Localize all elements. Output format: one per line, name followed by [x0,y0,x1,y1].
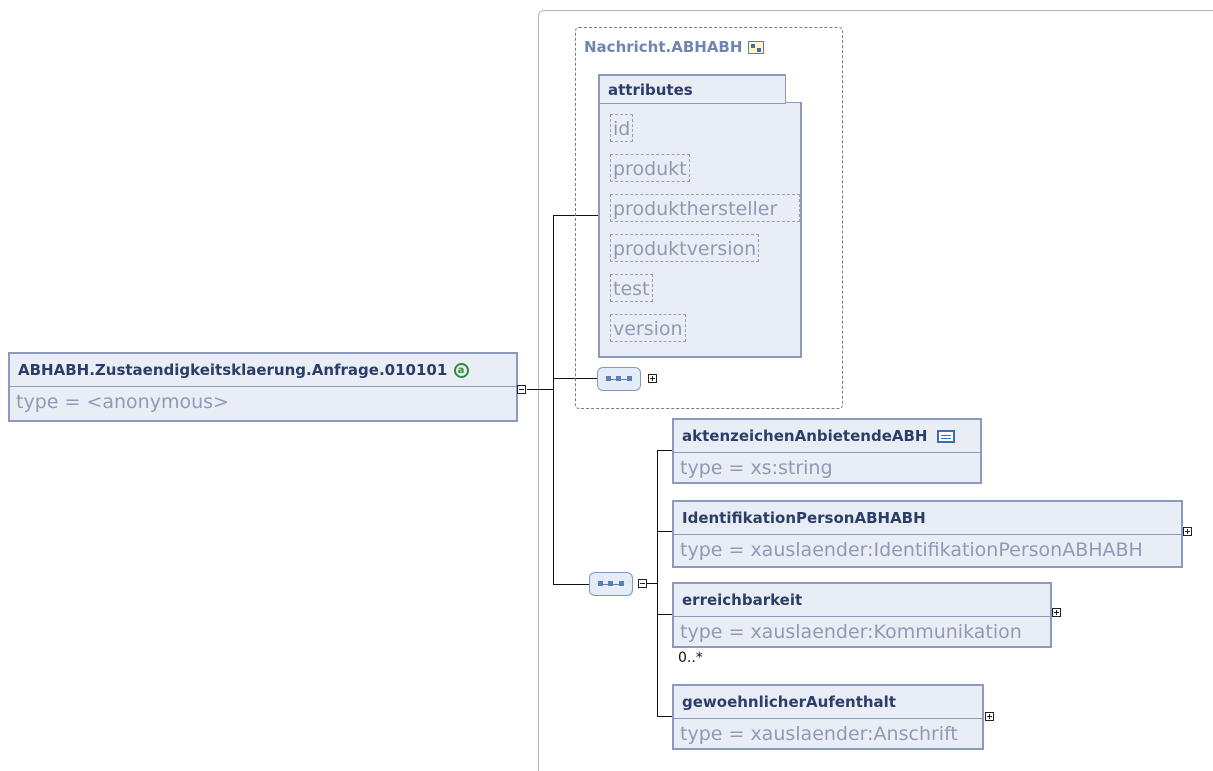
element-label: aktenzeichenAnbietendeABH [682,427,928,445]
main-sequence-icon[interactable] [589,572,633,596]
group-sequence-expand-toggle[interactable] [648,374,657,383]
connector [657,614,673,615]
attributes-header-tab [786,74,802,103]
element-identifikation-box[interactable]: IdentifikationPersonABHABH type = xausla… [672,500,1183,568]
connector [553,584,589,585]
element-type: type = xauslaender:Kommunikation [680,621,1022,643]
element-erreichbarkeit-expand-toggle[interactable] [1052,608,1061,617]
element-name: gewoehnlicherAufenthalt [674,686,982,719]
element-identifikation-expand-toggle[interactable] [1183,527,1192,536]
root-element-label: ABHABH.Zustaendigkeitsklaerung.Anfrage.0… [18,361,448,379]
attribute-version[interactable]: version [610,314,686,342]
attribute-produkthersteller[interactable]: produkthersteller [610,194,800,222]
group-sequence-icon[interactable] [597,367,641,391]
occurrence-label: 0..* [678,650,703,666]
element-aufenthalt-expand-toggle[interactable] [985,712,994,721]
attribute-test[interactable]: test [610,274,653,302]
element-aktenzeichen-box[interactable]: aktenzeichenAnbietendeABH type = xs:stri… [672,418,982,484]
attributes-panel[interactable]: attributes id produkt produkthersteller … [598,74,802,358]
simple-type-icon [936,430,955,443]
connector [527,389,553,390]
element-name: IdentifikationPersonABHABH [674,502,1181,535]
attribute-produkt[interactable]: produkt [610,154,690,182]
group-box[interactable]: Nachricht.ABHABH attributes id produkt p… [575,27,843,409]
group-title-label: Nachricht.ABHABH [584,38,743,56]
connector [553,215,554,585]
connector [657,450,673,451]
root-element-type: type = <anonymous> [16,391,229,413]
connector [657,450,658,717]
main-sequence-collapse-toggle[interactable] [638,579,647,588]
attributes-header: attributes [600,76,786,104]
anonymous-type-icon: a [453,363,469,378]
attribute-produktversion[interactable]: produktversion [610,234,760,262]
attribute-id[interactable]: id [610,114,634,142]
root-element-name: ABHABH.Zustaendigkeitsklaerung.Anfrage.0… [10,354,516,387]
element-name: erreichbarkeit [674,584,1050,617]
complex-type-icon [747,41,764,54]
group-title: Nachricht.ABHABH [584,38,764,56]
connector [657,531,673,532]
connector [657,716,673,717]
attributes-header-label: attributes [608,81,693,99]
root-collapse-toggle[interactable] [517,385,526,394]
element-type: type = xauslaender:IdentifikationPersonA… [680,539,1143,561]
root-element-box[interactable]: ABHABH.Zustaendigkeitsklaerung.Anfrage.0… [8,352,518,422]
element-type: type = xs:string [680,457,833,479]
connector [647,583,657,584]
element-erreichbarkeit-box[interactable]: erreichbarkeit type = xauslaender:Kommun… [672,582,1052,648]
element-aufenthalt-box[interactable]: gewoehnlicherAufenthalt type = xauslaend… [672,684,984,750]
element-name: aktenzeichenAnbietendeABH [674,420,980,453]
element-type: type = xauslaender:Anschrift [680,723,958,745]
